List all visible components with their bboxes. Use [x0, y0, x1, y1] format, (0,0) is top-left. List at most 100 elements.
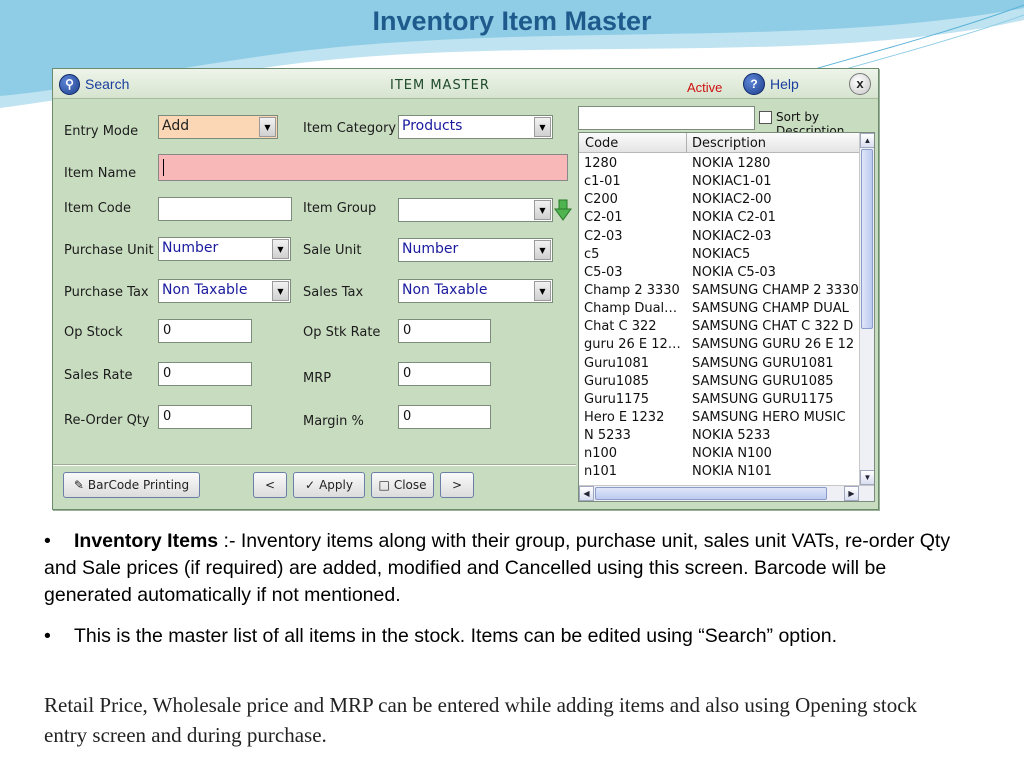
cell-code: Hero E 1232 [584, 409, 665, 425]
op-stock-label: Op Stock [64, 325, 123, 340]
table-row[interactable]: C5-03 NOKIA C5-03 [579, 264, 859, 282]
window-title: ITEM MASTER [390, 78, 490, 93]
cell-description: SAMSUNG GURU 26 E 12 [692, 337, 855, 353]
column-header-description[interactable]: Description [692, 136, 766, 151]
previous-record-button[interactable]: < [253, 472, 287, 498]
chevron-down-icon[interactable]: ▼ [259, 117, 276, 137]
op-stk-rate-input[interactable]: 0 [398, 319, 491, 343]
vertical-scroll-thumb[interactable] [861, 149, 873, 329]
chevron-down-icon[interactable]: ▼ [272, 239, 289, 259]
item-category-select[interactable]: Products ▼ [398, 115, 553, 139]
search-button[interactable]: ⚲ Search [59, 73, 129, 95]
sale-unit-value: Number [402, 241, 459, 257]
cell-code: c5 [584, 246, 600, 262]
scroll-up-icon[interactable]: ▲ [860, 133, 874, 148]
entry-mode-select[interactable]: Add ▼ [158, 115, 278, 139]
horizontal-scrollbar[interactable]: ◀ ▶ [579, 485, 874, 501]
next-record-button[interactable]: > [440, 472, 474, 498]
search-button-label: Search [85, 76, 130, 92]
table-row[interactable]: 1280 NOKIA 1280 [579, 155, 859, 173]
sales-tax-select[interactable]: Non Taxable ▼ [398, 279, 553, 303]
scroll-left-icon[interactable]: ◀ [579, 486, 594, 501]
item-list-grid[interactable]: Code Description 1280 NOKIA 1280 c1-01 NOKI… [578, 132, 875, 502]
vertical-scrollbar[interactable]: ▲ ▼ [859, 133, 874, 485]
scroll-down-icon[interactable]: ▼ [860, 470, 874, 485]
reorder-qty-input[interactable]: 0 [158, 405, 252, 429]
item-category-value: Products [402, 118, 463, 134]
table-row[interactable]: Guru1081 SAMSUNG GURU1081 [579, 355, 859, 373]
purchase-tax-label: Purchase Tax [64, 285, 149, 300]
table-row[interactable]: Champ 2 3330 SAMSUNG CHAMP 2 3330 [579, 282, 859, 300]
table-row[interactable]: C2-03 NOKIAC2-03 [579, 228, 859, 246]
table-row[interactable]: guru 26 E 1252 SAMSUNG GURU 26 E 12 [579, 336, 859, 354]
table-row[interactable]: Hero E 1232 SAMSUNG HERO MUSIC [579, 409, 859, 427]
item-name-input[interactable] [158, 154, 568, 181]
list-search-input[interactable] [578, 106, 755, 130]
help-button[interactable]: ? Help [743, 73, 799, 95]
cell-description: SAMSUNG CHAMP DUAL [692, 301, 849, 317]
op-stock-input[interactable]: 0 [158, 319, 252, 343]
cell-code: C200 [584, 192, 618, 208]
table-row[interactable]: n100 NOKIA N100 [579, 445, 859, 463]
window-titlebar: ⚲ Search ITEM MASTER Active ? Help x [53, 69, 878, 99]
chevron-down-icon[interactable]: ▼ [272, 281, 289, 301]
sale-unit-select[interactable]: Number ▼ [398, 238, 553, 262]
cell-code: Chat C 322 [584, 319, 657, 335]
text-caret [163, 159, 164, 176]
table-row[interactable]: C200 NOKIAC2-00 [579, 191, 859, 209]
cell-description: SAMSUNG GURU1175 [692, 391, 834, 407]
table-row[interactable]: c5 NOKIAC5 [579, 246, 859, 264]
item-group-select[interactable]: ▼ [398, 198, 553, 222]
slide-title: Inventory Item Master [372, 6, 652, 36]
scroll-right-icon[interactable]: ▶ [844, 486, 859, 501]
barcode-printing-button[interactable]: ✎ BarCode Printing [63, 472, 200, 498]
cell-code: C2-03 [584, 228, 623, 244]
cell-code: Guru1085 [584, 373, 649, 389]
search-icon: ⚲ [59, 73, 80, 95]
cell-description: NOKIA C2-01 [692, 210, 776, 226]
chevron-down-icon[interactable]: ▼ [534, 240, 551, 260]
cell-description: SAMSUNG GURU1081 [692, 355, 834, 371]
cell-description: NOKIA N101 [692, 464, 772, 480]
cell-code: C5-03 [584, 264, 623, 280]
column-header-code[interactable]: Code [585, 136, 618, 151]
cell-description: NOKIA N100 [692, 446, 772, 462]
add-group-arrow-icon[interactable] [554, 199, 572, 221]
purchase-unit-select[interactable]: Number ▼ [158, 237, 291, 261]
table-row[interactable]: c1-01 NOKIAC1-01 [579, 173, 859, 191]
column-separator[interactable] [686, 133, 687, 153]
barcode-icon: ✎ [73, 478, 84, 492]
chevron-down-icon[interactable]: ▼ [534, 117, 551, 137]
sales-rate-label: Sales Rate [64, 368, 133, 383]
table-row[interactable]: Guru1175 SAMSUNG GURU1175 [579, 391, 859, 409]
purchase-tax-value: Non Taxable [162, 282, 248, 298]
margin-input[interactable]: 0 [398, 405, 491, 429]
table-row[interactable]: Chat C 322 SAMSUNG CHAT C 322 D [579, 318, 859, 336]
chevron-down-icon[interactable]: ▼ [534, 281, 551, 301]
sales-rate-input[interactable]: 0 [158, 362, 252, 386]
cell-description: SAMSUNG HERO MUSIC [692, 409, 846, 425]
chevron-down-icon[interactable]: ▼ [534, 200, 551, 220]
apply-label: Apply [319, 478, 353, 492]
purchase-tax-select[interactable]: Non Taxable ▼ [158, 279, 291, 303]
item-code-label: Item Code [64, 201, 132, 216]
table-row[interactable]: Champ DualE... SAMSUNG CHAMP DUAL [579, 300, 859, 318]
cell-code: 1280 [584, 156, 618, 171]
close-button[interactable]: □ Close [371, 472, 434, 498]
table-row[interactable]: N 5233 NOKIA 5233 [579, 427, 859, 445]
barcode-printing-label: BarCode Printing [87, 478, 190, 492]
item-category-label: Item Category [303, 121, 397, 136]
item-code-input[interactable] [158, 197, 292, 221]
cell-description: NOKIA C5-03 [692, 264, 776, 280]
mrp-input[interactable]: 0 [398, 362, 491, 386]
horizontal-scroll-thumb[interactable] [595, 487, 827, 500]
close-window-button[interactable]: x [849, 73, 871, 95]
sort-by-description-checkbox[interactable] [759, 111, 772, 124]
table-row[interactable]: Guru1085 SAMSUNG GURU1085 [579, 373, 859, 391]
bullet-icon: • [44, 625, 51, 647]
cell-code: N 5233 [584, 428, 631, 444]
table-row[interactable]: C2-01 NOKIA C2-01 [579, 209, 859, 227]
table-row[interactable]: n101 NOKIA N101 [579, 463, 859, 481]
apply-button[interactable]: ✓ Apply [293, 472, 365, 498]
item-name-label: Item Name [64, 166, 137, 181]
